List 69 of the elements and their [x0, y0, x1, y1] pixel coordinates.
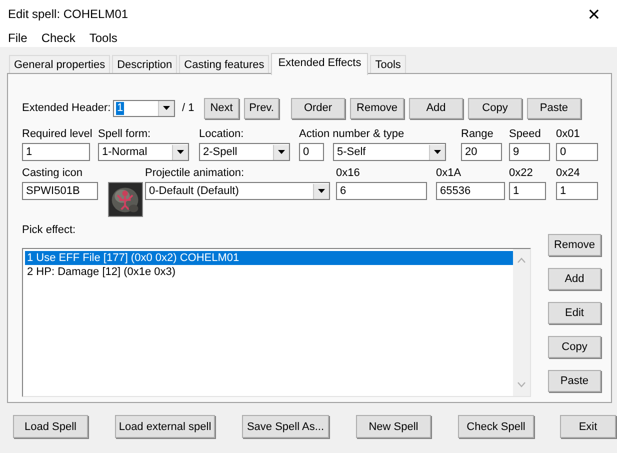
- dropdown-arrow-icon: [278, 150, 285, 154]
- field-label: 0x01: [556, 127, 581, 142]
- button[interactable]: Add: [548, 268, 601, 290]
- button[interactable]: Paste: [527, 98, 581, 118]
- input-field[interactable]: 1: [22, 143, 90, 161]
- dropdown-arrow-icon: [434, 150, 441, 154]
- field-label: Location:: [199, 127, 245, 142]
- menu-item[interactable]: File: [8, 30, 28, 44]
- button[interactable]: Add: [409, 98, 463, 118]
- field-label: Extended Header:: [22, 100, 112, 116]
- button[interactable]: New Spell: [356, 415, 431, 438]
- input-field[interactable]: 9: [509, 143, 550, 161]
- list-item[interactable]: 2 HP: Damage [12] (0x1e 0x3): [25, 265, 513, 279]
- button[interactable]: Remove: [350, 98, 404, 118]
- button[interactable]: Prev.: [244, 98, 279, 118]
- field-label: Required level: [22, 127, 94, 142]
- menu-item[interactable]: Check: [41, 30, 76, 44]
- input-field[interactable]: 20: [461, 143, 502, 161]
- dropdown-arrow-icon: [318, 189, 325, 193]
- field-label: Projectile animation:: [145, 166, 246, 181]
- field-label: Range: [461, 127, 494, 142]
- tab[interactable]: General properties: [9, 55, 110, 73]
- list-item[interactable]: 1 Use EFF File [177] (0x0 0x2) COHELM01: [25, 251, 513, 265]
- dropdown-arrow-icon: [163, 106, 170, 110]
- button[interactable]: Order: [291, 98, 345, 118]
- button[interactable]: Edit: [548, 302, 601, 324]
- menu-item[interactable]: Tools: [89, 30, 118, 44]
- button[interactable]: Exit: [560, 415, 616, 438]
- header-count: / 1: [181, 102, 196, 114]
- dropdown[interactable]: 1-Normal: [98, 143, 189, 161]
- input-field[interactable]: 1: [509, 182, 546, 200]
- field-label: Casting icon: [22, 166, 84, 181]
- tab[interactable]: Extended Effects: [271, 53, 368, 75]
- scrollbar[interactable]: [513, 249, 530, 396]
- field-label: 0x16: [336, 166, 361, 181]
- tab[interactable]: Casting features: [179, 55, 270, 73]
- field-label: 0x1A: [436, 166, 462, 181]
- input-field[interactable]: 6: [336, 182, 427, 200]
- input-field[interactable]: 0: [299, 143, 324, 161]
- input-field[interactable]: 0: [556, 143, 598, 161]
- field-label: 0x24: [556, 166, 581, 181]
- field-label: Spell form:: [98, 127, 152, 142]
- input-field[interactable]: SPWI501B: [22, 182, 98, 200]
- button[interactable]: Paste: [548, 370, 601, 392]
- header-dropdown[interactable]: 1: [113, 100, 175, 116]
- button[interactable]: Next: [204, 98, 239, 118]
- button[interactable]: Remove: [548, 234, 601, 256]
- dropdown[interactable]: 2-Spell: [199, 143, 290, 161]
- scroll-down-icon: [517, 382, 526, 388]
- field-label: Speed: [509, 127, 542, 142]
- button[interactable]: Save Spell As...: [242, 415, 329, 438]
- window-title: Edit spell: COHELM01: [7, 7, 128, 21]
- field-label: 0x22: [509, 166, 534, 181]
- scroll-up-icon: [517, 257, 526, 263]
- dropdown[interactable]: 0-Default (Default): [145, 182, 330, 200]
- close-button[interactable]: ✕: [571, 0, 617, 28]
- button[interactable]: Load external spell: [115, 415, 215, 438]
- input-field[interactable]: 1: [556, 182, 598, 200]
- button[interactable]: Copy: [468, 98, 522, 118]
- button[interactable]: Copy: [548, 336, 601, 358]
- button[interactable]: Load Spell: [13, 415, 88, 438]
- button[interactable]: Check Spell: [458, 415, 534, 438]
- tab[interactable]: Tools: [370, 55, 406, 73]
- field-label: Pick effect:: [22, 223, 77, 238]
- field-label: Action number & type: [299, 127, 406, 142]
- tab[interactable]: Description: [112, 55, 178, 73]
- input-field[interactable]: 65536: [436, 182, 505, 200]
- dropdown[interactable]: 5-Self: [333, 143, 446, 161]
- dropdown-arrow-icon: [177, 150, 184, 154]
